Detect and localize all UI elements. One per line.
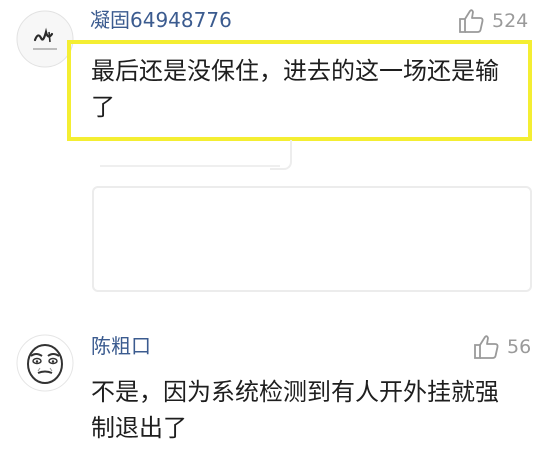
comment-item-2: 陈粗口 56 不是，因为系统检测到有人开外挂就强 制退出了	[0, 320, 553, 459]
like-count: 524	[492, 10, 529, 32]
comment-text: 不是，因为系统检测到有人开外挂就强 制退出了	[91, 374, 541, 446]
comment-text: 最后还是没保住，进去的这一场还是输 了	[91, 53, 531, 125]
avatar[interactable]	[16, 10, 74, 68]
like-button[interactable]: 56	[473, 334, 531, 360]
like-count: 56	[507, 336, 532, 358]
avatar-logo-icon	[16, 10, 74, 68]
faded-line	[100, 165, 280, 167]
like-button[interactable]: 524	[458, 8, 528, 34]
comment-text-line-1: 最后还是没保住，进去的这一场还是输	[91, 57, 499, 85]
meme-face-icon	[16, 334, 74, 392]
thumbs-up-icon	[474, 335, 499, 359]
faded-image-placeholder	[92, 186, 532, 292]
username[interactable]: 陈粗口	[91, 333, 151, 359]
comment-text-line-2: 了	[91, 93, 115, 121]
comment-text-line-1: 不是，因为系统检测到有人开外挂就强	[91, 378, 499, 406]
comment-item-1: 凝固64948776 524 最后还是没保住，进去的这一场还是输 了	[0, 0, 553, 145]
thumbs-up-icon	[459, 9, 484, 33]
username[interactable]: 凝固64948776	[90, 7, 232, 33]
comment-text-line-2: 制退出了	[91, 414, 187, 442]
avatar[interactable]	[16, 334, 74, 392]
